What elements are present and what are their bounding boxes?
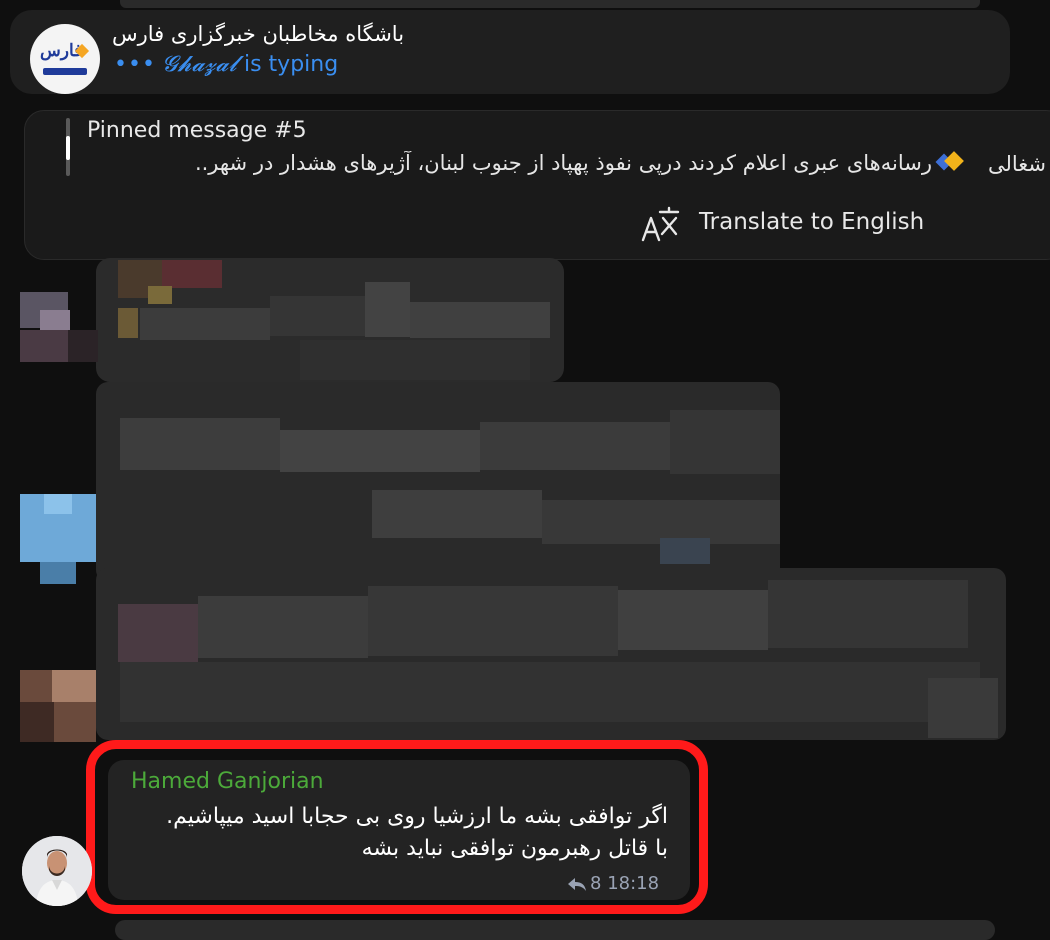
typing-dots-icon: ••• bbox=[114, 52, 156, 77]
sender-avatar[interactable] bbox=[22, 836, 92, 906]
pinned-message-tail: شغالی bbox=[988, 152, 1047, 176]
chat-title: باشگاه مخاطبان خبرگزاری فارس bbox=[112, 22, 405, 46]
pinned-position-indicator bbox=[66, 136, 70, 160]
pinned-message-title: Pinned message #5 bbox=[87, 118, 307, 143]
blurred-messages-area bbox=[0, 250, 1050, 750]
pinned-message-text: رسانه‌های عبری اعلام کردند درپی نفوذ پهپ… bbox=[87, 151, 1047, 175]
person-photo-icon bbox=[22, 836, 92, 906]
channel-avatar[interactable]: فارس bbox=[30, 24, 100, 94]
typing-status-text: is typing bbox=[243, 52, 339, 77]
typing-user-name: 𝓖𝓱𝓪𝔃𝓪𝓵 bbox=[161, 52, 237, 77]
red-highlight-box bbox=[86, 740, 708, 914]
next-message-strip bbox=[115, 920, 995, 940]
logo-bar bbox=[43, 68, 87, 75]
translate-button[interactable]: Translate to English bbox=[699, 209, 924, 235]
typing-indicator: ••• 𝓖𝓱𝓪𝔃𝓪𝓵 is typing bbox=[114, 52, 338, 77]
pinned-message-body: رسانه‌های عبری اعلام کردند درپی نفوذ پهپ… bbox=[194, 151, 932, 175]
translate-icon[interactable] bbox=[640, 204, 682, 244]
previous-message-strip bbox=[120, 0, 980, 8]
diamond-emoji-icon bbox=[935, 150, 972, 176]
